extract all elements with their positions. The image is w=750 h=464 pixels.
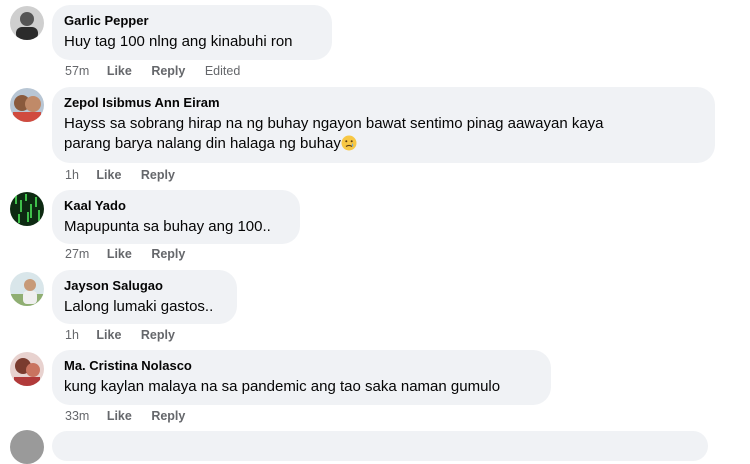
like-button[interactable]: Like <box>96 168 121 182</box>
crying-face-icon <box>341 135 357 151</box>
avatar[interactable] <box>10 272 44 306</box>
comment-author[interactable]: Kaal Yado <box>64 197 288 214</box>
avatar-image <box>10 430 44 464</box>
comment-text: Lalong lumaki gastos.. <box>64 298 214 315</box>
avatar[interactable] <box>10 430 44 464</box>
comment-text: Huy tag 100 nlng ang kinabuhi ron <box>64 33 293 50</box>
like-button[interactable]: Like <box>107 409 132 423</box>
comment-actions: 27m Like Reply <box>65 246 201 262</box>
comment-text: Hayss sa sobrang hirap na ng buhay ngayo… <box>64 114 703 154</box>
comment-actions: 33m Like Reply <box>65 408 201 424</box>
avatar-image <box>10 6 44 40</box>
comment-text-line-content: parang barya nalang din halaga ng buhay <box>64 135 341 152</box>
timestamp[interactable]: 1h <box>65 168 79 182</box>
comment-text-line-2: parang barya nalang din halaga ng buhay <box>64 134 703 154</box>
comment-text: Mapupunta sa buhay ang 100.. <box>64 218 271 235</box>
reply-button[interactable]: Reply <box>141 168 175 182</box>
comment-bubble: Kaal Yado Mapupunta sa buhay ang 100.. <box>52 190 300 244</box>
timestamp[interactable]: 1h <box>65 328 79 342</box>
edited-label: Edited <box>204 64 241 78</box>
reply-button[interactable]: Reply <box>151 247 185 261</box>
comment-text: kung kaylan malaya na sa pandemic ang ta… <box>64 378 501 395</box>
comment-author[interactable]: Ma. Cristina Nolasco <box>64 357 539 374</box>
comment-bubble: Jayson Salugao Lalong lumaki gastos.. <box>52 270 237 324</box>
comment-actions: 1h Like Reply <box>65 327 191 343</box>
avatar[interactable] <box>10 192 44 226</box>
comment-bubble: Ma. Cristina Nolasco kung kaylan malaya … <box>52 350 551 405</box>
comment-bubble: Garlic Pepper Huy tag 100 nlng ang kinab… <box>52 5 332 60</box>
comment-actions: 57m Like Reply Edited <box>65 63 256 79</box>
avatar[interactable] <box>10 88 44 122</box>
comment-text-line: Hayss sa sobrang hirap na ng buhay ngayo… <box>64 115 604 132</box>
comment-actions: 1h Like Reply <box>65 167 191 183</box>
like-button[interactable]: Like <box>107 64 132 78</box>
reply-button[interactable]: Reply <box>151 64 185 78</box>
reply-button[interactable]: Reply <box>151 409 185 423</box>
timestamp[interactable]: 33m <box>65 409 89 423</box>
timestamp[interactable]: 57m <box>65 64 89 78</box>
like-button[interactable]: Like <box>107 247 132 261</box>
avatar-image <box>10 88 44 122</box>
comment-bubble <box>52 431 708 461</box>
like-button[interactable]: Like <box>96 328 121 342</box>
reply-button[interactable]: Reply <box>141 328 175 342</box>
comment-author[interactable]: Garlic Pepper <box>64 12 320 29</box>
avatar[interactable] <box>10 6 44 40</box>
avatar-image <box>10 192 44 226</box>
avatar[interactable] <box>10 352 44 386</box>
comment-bubble: Zepol Isibmus Ann Eiram Hayss sa sobrang… <box>52 87 715 163</box>
avatar-image <box>10 352 44 386</box>
timestamp[interactable]: 27m <box>65 247 89 261</box>
avatar-image <box>10 272 44 306</box>
comment-author[interactable]: Jayson Salugao <box>64 277 225 294</box>
comment-author[interactable]: Zepol Isibmus Ann Eiram <box>64 94 703 111</box>
